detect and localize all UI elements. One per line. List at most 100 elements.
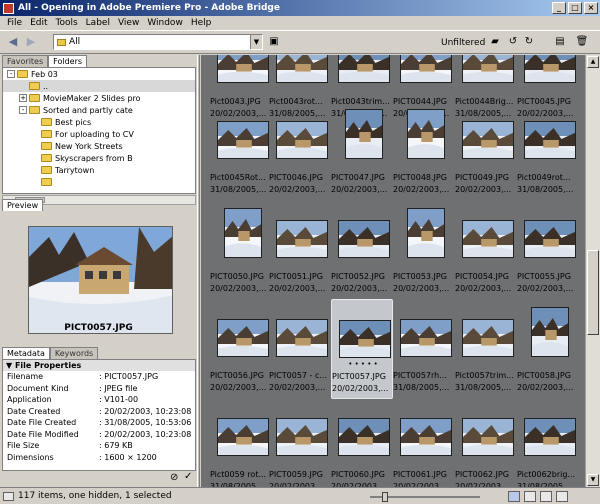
thumbnail-item[interactable]: Pict0045Rot... 31/08/2005,...: [210, 101, 272, 201]
filmstrip-view-icon[interactable]: [524, 491, 536, 502]
thumbnail-item[interactable]: • • • • • PICT0057.JPG 20/02/2003,...: [331, 299, 393, 399]
metadata-key: Application: [7, 395, 52, 405]
tree-item[interactable]: Best pics: [3, 116, 195, 128]
minimize-button[interactable]: _: [552, 2, 566, 14]
thumbnail-image: [462, 55, 514, 83]
compact-mode-icon[interactable]: ▤: [553, 36, 567, 48]
tree-item[interactable]: [3, 176, 195, 188]
scroll-thumb[interactable]: [587, 250, 599, 335]
forward-arrow-icon[interactable]: ▶: [24, 36, 38, 48]
thumbnail-item[interactable]: PICT0049.JPG 20/02/2003,...: [455, 101, 517, 201]
thumbnail-item[interactable]: PICT0050.JPG 20/02/2003,...: [210, 200, 272, 300]
file-properties-header[interactable]: ▼ File Properties: [3, 360, 195, 371]
thumbnail-date: 20/02/2003,...: [210, 284, 267, 293]
thumbnail-filename: Pict0062brig...: [517, 470, 576, 479]
thumbnail-item[interactable]: PICT0055.JPG 20/02/2003,...: [517, 200, 579, 300]
thumbnail-item[interactable]: Pict0057trim... 31/08/2005,...: [455, 299, 517, 399]
cancel-icon[interactable]: ⊘: [170, 472, 178, 483]
thumbnail-image: [400, 418, 452, 456]
menu-edit[interactable]: Edit: [26, 18, 51, 28]
metadata-value: : PICT0057.JPG: [99, 372, 159, 382]
tree-item[interactable]: ..: [3, 80, 195, 92]
tab-favorites[interactable]: Favorites: [2, 55, 49, 67]
expand-icon[interactable]: +: [19, 94, 27, 102]
tree-item-label: Sorted and partly cate: [43, 105, 133, 115]
collapse-icon[interactable]: -: [19, 106, 27, 114]
thumbnail-filename: PICT0050.JPG: [210, 272, 264, 281]
tab-preview[interactable]: Preview: [2, 199, 44, 211]
thumbnail-item[interactable]: Pict0049rot... 31/08/2005,...: [517, 101, 579, 201]
thumbnail-item[interactable]: PICT0054.JPG 20/02/2003,...: [455, 200, 517, 300]
menu-view[interactable]: View: [114, 18, 143, 28]
menu-help[interactable]: Help: [187, 18, 216, 28]
tree-item[interactable]: New York Streets: [3, 140, 195, 152]
metadata-key: Date File Modified: [7, 429, 79, 439]
thumbnail-item[interactable]: PICT0046.JPG 20/02/2003,...: [269, 101, 331, 201]
panels-toggle-icon[interactable]: [3, 492, 14, 501]
thumbnail-filename: PICT0056.JPG: [210, 371, 264, 380]
thumbnail-item[interactable]: PICT0057 - c... 20/02/2003,...: [269, 299, 331, 399]
thumbnail-item[interactable]: PICT0060.JPG 20/02/2003,...: [331, 398, 393, 487]
menu-window[interactable]: Window: [143, 18, 187, 28]
thumbnail-item[interactable]: PICT0058.JPG 20/02/2003,...: [517, 299, 579, 399]
thumbnail-item[interactable]: PICT0059.JPG 20/02/2003,...: [269, 398, 331, 487]
thumbnail-item[interactable]: PICT0062.JPG 20/02/2003,...: [455, 398, 517, 487]
thumbnail-size-slider[interactable]: [360, 492, 490, 502]
scroll-up-arrow-icon[interactable]: ▲: [587, 56, 599, 68]
tree-item[interactable]: For uploading to CV: [3, 128, 195, 140]
slider-knob[interactable]: [382, 492, 388, 502]
panel-splitter[interactable]: [197, 55, 200, 487]
tab-folders[interactable]: Folders: [48, 55, 88, 67]
new-folder-icon[interactable]: ▰: [488, 36, 502, 48]
metadata-footer: ⊘ ✓: [2, 471, 196, 485]
metadata-row: Filename: PICT0057.JPG: [3, 371, 195, 383]
thumbnail-item[interactable]: PICT0047.JPG 20/02/2003,...: [331, 101, 393, 201]
thumbnail-item[interactable]: PICT0052.JPG 20/02/2003,...: [331, 200, 393, 300]
versions-view-icon[interactable]: [556, 491, 568, 502]
thumbnail-item[interactable]: PICT0051.JPG 20/02/2003,...: [269, 200, 331, 300]
back-arrow-icon[interactable]: ◀: [6, 36, 20, 48]
rotate-cw-icon[interactable]: ↻: [522, 36, 536, 48]
tree-item[interactable]: Skyscrapers from B: [3, 152, 195, 164]
path-dropdown[interactable]: All ▼: [53, 34, 263, 50]
thumbnail-item[interactable]: PICT0057rh... 31/08/2005,...: [393, 299, 455, 399]
filter-menu[interactable]: Unfiltered: [441, 38, 485, 48]
thumbnail-date: 20/02/2003,...: [269, 185, 326, 194]
collapse-icon[interactable]: -: [7, 70, 15, 78]
tree-item[interactable]: + MovieMaker 2 Slides pro: [3, 92, 195, 104]
thumbnail-item[interactable]: Pict0059 rot... 31/08/2005,...: [210, 398, 272, 487]
menu-tools[interactable]: Tools: [52, 18, 82, 28]
menu-label[interactable]: Label: [82, 18, 114, 28]
tab-metadata[interactable]: Metadata: [2, 347, 50, 359]
thumbnail-item[interactable]: Pict0062brig... 31/08/2005,...: [517, 398, 579, 487]
thumbnail-image: [462, 418, 514, 456]
tree-item[interactable]: - Feb 03: [3, 68, 195, 80]
thumbnails-view-icon[interactable]: [508, 491, 520, 502]
thumbnail-image: [338, 55, 390, 83]
maximize-button[interactable]: □: [568, 2, 582, 14]
tree-item[interactable]: - Sorted and partly cate: [3, 104, 195, 116]
rating-dots[interactable]: • • • • •: [332, 360, 394, 368]
tree-item[interactable]: Tarrytown: [3, 164, 195, 176]
go-up-folder-icon[interactable]: ▣: [267, 36, 281, 48]
tab-keywords[interactable]: Keywords: [49, 347, 99, 359]
chevron-down-icon[interactable]: ▼: [250, 35, 262, 49]
tree-item-label: MovieMaker 2 Slides pro: [43, 93, 141, 103]
status-text: 117 items, one hidden, 1 selected: [18, 491, 172, 501]
thumbnail-image: [339, 320, 391, 358]
rotate-ccw-icon[interactable]: ↺: [506, 36, 520, 48]
delete-icon[interactable]: 🗑: [575, 36, 589, 48]
folder-tabs: Favorites Folders: [2, 55, 88, 67]
close-button[interactable]: ×: [584, 2, 598, 14]
menu-file[interactable]: File: [3, 18, 26, 28]
window-title: All - Opening in Adobe Premiere Pro - Ad…: [18, 3, 280, 13]
thumbnail-item[interactable]: PICT0053.JPG 20/02/2003,...: [393, 200, 455, 300]
thumbnail-item[interactable]: PICT0056.JPG 20/02/2003,...: [210, 299, 272, 399]
content-vertical-scrollbar[interactable]: ▲ ▼: [585, 55, 600, 487]
thumbnail-item[interactable]: PICT0048.JPG 20/02/2003,...: [393, 101, 455, 201]
thumbnail-item[interactable]: PICT0061.JPG 20/02/2003,...: [393, 398, 455, 487]
scroll-down-arrow-icon[interactable]: ▼: [587, 474, 599, 486]
tree-item-label: Tarrytown: [55, 165, 95, 175]
details-view-icon[interactable]: [540, 491, 552, 502]
apply-check-icon[interactable]: ✓: [184, 471, 192, 482]
